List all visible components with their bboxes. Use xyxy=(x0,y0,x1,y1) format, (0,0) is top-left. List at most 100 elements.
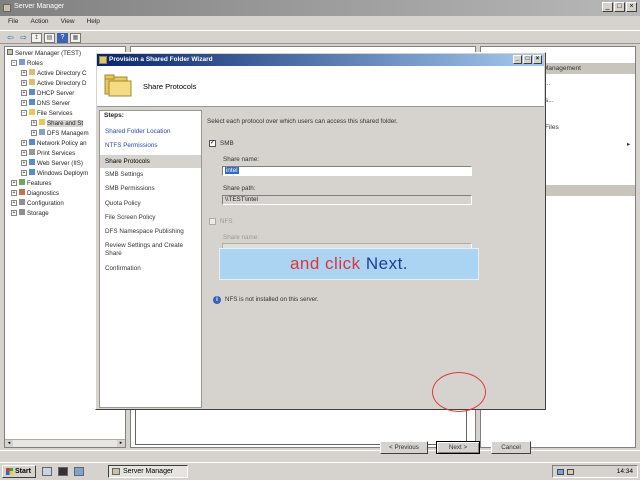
expand-icon[interactable]: + xyxy=(21,140,27,146)
expand-icon[interactable]: + xyxy=(11,210,17,216)
folder-icon xyxy=(29,109,35,115)
role-icon xyxy=(29,169,35,175)
maximize-button[interactable]: □ xyxy=(614,2,625,12)
close-button[interactable]: × xyxy=(626,2,637,12)
expand-icon[interactable]: + xyxy=(11,200,17,206)
expand-icon[interactable]: + xyxy=(21,90,27,96)
wizard-window-controls: _ □ × xyxy=(513,55,542,64)
step-shared-folder-location[interactable]: Shared Folder Location xyxy=(100,128,201,136)
console-tree-icon[interactable]: ▤ xyxy=(44,33,55,43)
server-icon xyxy=(7,49,13,55)
expand-icon[interactable]: + xyxy=(31,120,37,126)
collapse-icon[interactable]: − xyxy=(11,60,17,66)
cancel-button[interactable]: Cancel xyxy=(491,441,531,454)
wizard-minimize-button[interactable]: _ xyxy=(513,55,522,64)
tree-item-dhcp[interactable]: + DHCP Server xyxy=(21,89,74,99)
tree-item-roles[interactable]: − Roles xyxy=(11,59,43,69)
tree-item-wds[interactable]: + Windows Deploym xyxy=(21,169,88,179)
smb-share-name-input[interactable]: intel xyxy=(222,166,472,176)
step-smb-permissions: SMB Permissions xyxy=(105,185,155,192)
tree-item-adcs[interactable]: + Active Directory C xyxy=(21,69,87,79)
expand-icon[interactable]: + xyxy=(21,80,27,86)
expand-icon[interactable]: + xyxy=(21,160,27,166)
role-icon xyxy=(29,89,35,95)
menu-action[interactable]: Action xyxy=(30,18,48,28)
taskbar-item-server-manager[interactable]: Server Manager xyxy=(108,465,188,478)
volume-icon[interactable] xyxy=(567,469,574,475)
internet-explorer-icon[interactable] xyxy=(74,467,84,476)
menu-view[interactable]: View xyxy=(61,18,75,28)
tree-item-dns[interactable]: + DNS Server xyxy=(21,99,70,109)
scroll-right-icon[interactable]: ▸ xyxy=(117,440,125,447)
collapse-icon[interactable]: − xyxy=(21,110,27,116)
roles-icon xyxy=(19,59,25,65)
expand-icon[interactable]: + xyxy=(21,100,27,106)
status-bar xyxy=(0,450,640,460)
expand-icon[interactable]: + xyxy=(21,150,27,156)
wizard-close-button[interactable]: × xyxy=(533,55,542,64)
role-icon xyxy=(29,69,35,75)
action-item[interactable]: Files xyxy=(545,124,559,131)
tree-item-adds[interactable]: + Active Directory D xyxy=(21,79,87,89)
wizard-maximize-button[interactable]: □ xyxy=(523,55,532,64)
center-detail-box xyxy=(135,407,467,445)
step-file-screen-policy: File Screen Policy xyxy=(105,214,156,221)
window-title: Server Manager xyxy=(14,3,65,10)
smb-share-name-label: Share name: xyxy=(223,156,260,163)
tree-item-share-storage[interactable]: + Share and St xyxy=(31,119,84,129)
nfs-checkbox xyxy=(209,218,216,225)
system-tray: 14:34 xyxy=(552,465,638,478)
properties-icon[interactable]: ▦ xyxy=(70,33,81,43)
forward-arrow-icon[interactable]: ⇨ xyxy=(18,33,29,43)
features-icon xyxy=(19,179,25,185)
scroll-left-icon[interactable]: ◂ xyxy=(5,440,13,447)
globe-icon xyxy=(29,159,35,165)
help-icon[interactable]: ? xyxy=(57,33,68,43)
next-button[interactable]: Next > xyxy=(436,441,480,454)
up-folder-icon[interactable]: ↥ xyxy=(31,33,42,43)
tree-item-print[interactable]: + Print Services xyxy=(21,149,75,159)
window-titlebar: Server Manager _ □ × xyxy=(0,0,640,16)
network-icon[interactable] xyxy=(557,469,564,475)
storage-icon xyxy=(19,209,25,215)
wizard-header: Share Protocols xyxy=(97,66,544,107)
chevron-right-icon[interactable]: ▸ xyxy=(627,140,630,148)
tree-horizontal-scrollbar[interactable]: ◂ ▸ xyxy=(5,439,125,447)
tree-item-dfs[interactable]: + DFS Managem xyxy=(31,129,89,139)
wizard-titlebar: Provision a Shared Folder Wizard _ □ × xyxy=(97,54,544,66)
tree-item-file-services[interactable]: − File Services xyxy=(21,109,72,119)
tree-item-storage[interactable]: + Storage xyxy=(11,209,49,219)
expand-icon[interactable]: + xyxy=(31,130,37,136)
step-quota-policy: Quota Policy xyxy=(105,200,141,207)
nfs-info-text: NFS is not installed on this server. xyxy=(225,296,319,303)
action-item[interactable]: s... xyxy=(545,97,554,104)
smb-share-path-field: \\TEST\intel xyxy=(222,195,472,205)
smb-checkbox[interactable]: ✓ xyxy=(209,140,216,147)
tree-item-features[interactable]: + Features xyxy=(11,179,51,189)
expand-icon[interactable]: + xyxy=(21,70,27,76)
server-manager-quicklaunch-icon[interactable] xyxy=(42,467,52,476)
previous-button[interactable]: < Previous xyxy=(380,441,428,454)
step-ntfs-permissions[interactable]: NTFS Permissions xyxy=(100,142,201,150)
expand-icon[interactable]: + xyxy=(11,190,17,196)
tree-item-server-manager[interactable]: Server Manager (TEST) xyxy=(7,49,81,59)
minimize-button[interactable]: _ xyxy=(602,2,613,12)
clock: 14:34 xyxy=(616,468,633,475)
back-arrow-icon[interactable]: ⇦ xyxy=(5,33,16,43)
share-icon xyxy=(39,119,45,125)
tree-item-diagnostics[interactable]: + Diagnostics xyxy=(11,189,59,199)
powershell-icon[interactable] xyxy=(58,467,68,476)
expand-icon[interactable]: + xyxy=(11,180,17,186)
server-manager-icon xyxy=(3,4,11,12)
tree-item-nps[interactable]: + Network Policy an xyxy=(21,139,87,149)
steps-title: Steps: xyxy=(104,112,124,119)
page-description: Select each protocol over which users ca… xyxy=(207,118,398,125)
start-button[interactable]: Start xyxy=(2,465,36,478)
expand-icon[interactable]: + xyxy=(21,170,27,176)
menu-help[interactable]: Help xyxy=(87,18,100,28)
smb-label: SMB xyxy=(220,140,234,147)
step-confirmation: Confirmation xyxy=(105,265,141,272)
menu-file[interactable]: File xyxy=(8,18,18,28)
tree-item-configuration[interactable]: + Configuration xyxy=(11,199,64,209)
tree-item-iis[interactable]: + Web Server (IIS) xyxy=(21,159,83,169)
